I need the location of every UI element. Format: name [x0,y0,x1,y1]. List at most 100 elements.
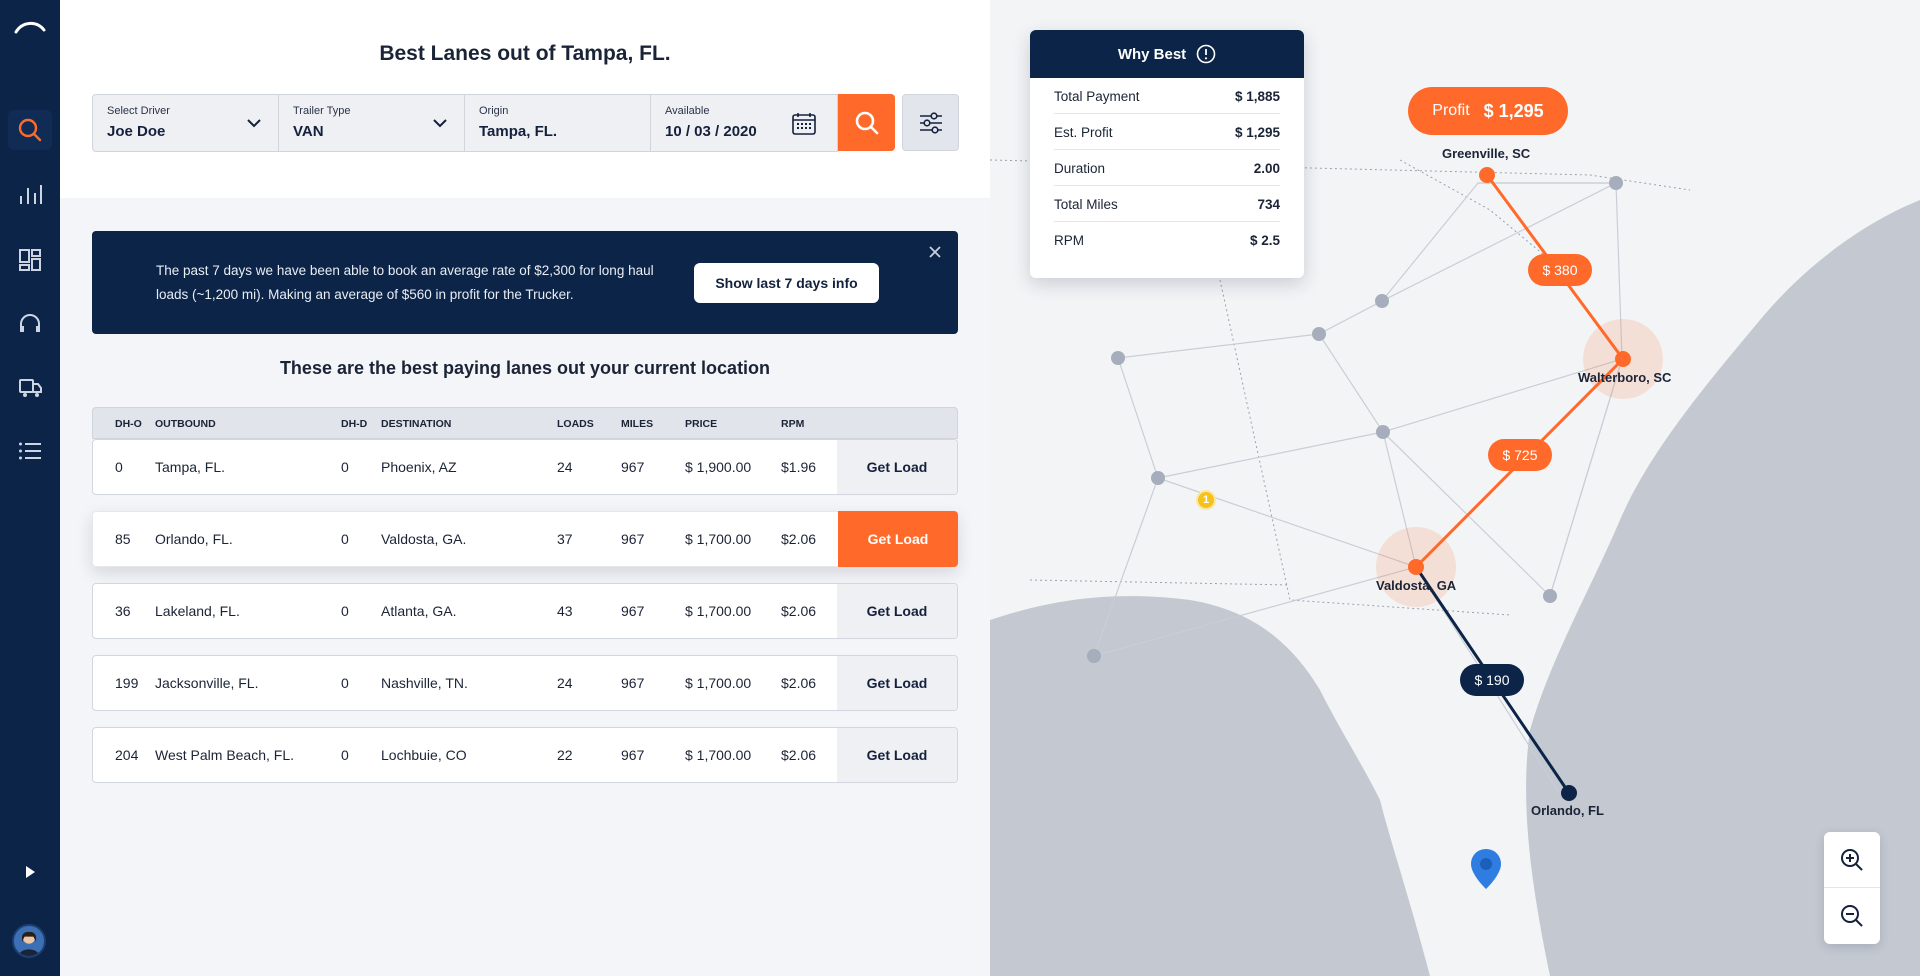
get-load-button[interactable]: Get Load [837,656,957,710]
table-row[interactable]: 204 West Palm Beach, FL. 0 Lochbuie, CO … [92,727,958,783]
zoom-in-button[interactable] [1824,832,1880,888]
cell-dhd: 0 [341,531,349,547]
why-best-row: RPM $ 2.5 [1054,222,1280,258]
why-best-row: Est. Profit $ 1,295 [1054,114,1280,150]
cell-miles: 967 [621,459,645,475]
cell-rpm: $2.06 [781,675,817,691]
cell-loads: 22 [557,747,573,763]
why-best-row: Total Payment $ 1,885 [1054,78,1280,114]
column-header-dho: DH-O [115,418,142,430]
get-load-button[interactable]: Get Load [837,584,957,638]
cell-rpm: $2.06 [781,531,817,547]
trailer-type-select[interactable]: Trailer Type VAN [279,94,465,152]
sidebar-item-search[interactable] [8,110,52,150]
calendar-icon[interactable] [791,111,817,137]
cell-destination: Nashville, TN. [381,675,468,691]
table-row[interactable]: 199 Jacksonville, FL. 0 Nashville, TN. 2… [92,655,958,711]
city-label: Walterboro, SC [1578,370,1672,385]
play-icon[interactable] [20,862,40,882]
sidebar-item-fleet[interactable] [8,367,52,407]
metric-label: Duration [1054,161,1106,176]
cell-destination: Valdosta, GA. [381,531,467,547]
cell-dhd: 0 [341,603,349,619]
cell-destination: Lochbuie, CO [381,747,467,763]
zoom-out-button[interactable] [1824,888,1880,944]
sidebar-item-list[interactable] [8,431,52,471]
sidebar-item-dashboard[interactable] [8,240,52,280]
driver-select[interactable]: Select Driver Joe Doe [92,94,279,152]
get-load-button[interactable]: Get Load [838,511,958,567]
search-icon [855,111,878,134]
title-city: Tampa, FL. [561,42,671,65]
profit-value: $ 1,295 [1483,100,1544,121]
zoom-controls [1824,832,1880,944]
dashboard-icon [19,249,41,271]
cell-dhd: 0 [341,675,349,691]
show-last-7-days-button[interactable]: Show last 7 days info [694,263,879,303]
table-row[interactable]: 36 Lakeland, FL. 0 Atlanta, GA. 43 967 $… [92,583,958,639]
sidebar-item-analytics[interactable] [8,175,52,215]
available-date-field[interactable]: Available 10 / 03 / 2020 [651,94,838,152]
search-card: Best Lanes out of Tampa, FL. Select Driv… [60,0,990,198]
why-best-card: Why Best Total Payment $ 1,885 Est. Profi… [1030,30,1304,278]
zoom-in-icon [1841,848,1863,871]
origin-label: Origin [479,105,509,117]
cell-dho: 85 [115,531,131,547]
get-load-button[interactable]: Get Load [837,440,957,494]
route-map[interactable]: 1 Profit $ 1,295 $ 380 $ 725 $ 190 Green… [990,0,1920,976]
chevron-down-icon [247,119,261,128]
search-button[interactable] [838,94,895,151]
cell-loads: 43 [557,603,573,619]
filter-button[interactable] [902,94,959,151]
profit-badge: Profit $ 1,295 [1408,87,1568,135]
chevron-down-icon [433,119,447,128]
location-pin-icon[interactable] [1470,848,1502,890]
info-banner: The past 7 days we have been able to boo… [92,231,958,334]
cell-outbound: Jacksonville, FL. [155,675,259,691]
cell-rpm: $2.06 [781,747,817,763]
metric-value: $ 1,885 [1234,89,1280,104]
table-row-selected[interactable]: 85 Orlando, FL. 0 Valdosta, GA. 37 967 $… [92,511,958,567]
metric-label: Total Miles [1054,197,1118,212]
lanes-panel: Best Lanes out of Tampa, FL. Select Driv… [60,0,990,976]
cell-miles: 967 [621,747,645,763]
chart-icon [20,185,42,204]
origin-field[interactable]: Origin Tampa, FL. [465,94,651,152]
logo-icon[interactable] [12,18,48,40]
cell-outbound: Tampa, FL. [155,459,226,475]
get-load-button[interactable]: Get Load [837,728,957,782]
info-icon[interactable] [1196,44,1216,64]
driver-select-value: Joe Doe [107,123,166,140]
sidebar-item-support[interactable] [8,304,52,344]
trailer-type-value: VAN [293,123,324,140]
column-header-dhd: DH-D [341,418,368,430]
why-best-header: Why Best [1030,30,1304,78]
origin-value: Tampa, FL. [479,123,558,140]
why-best-row: Duration 2.00 [1054,150,1280,186]
cell-dho: 36 [115,603,131,619]
headset-icon [20,314,40,332]
search-icon [18,118,42,142]
avatar[interactable] [12,924,46,958]
table-row[interactable]: 0 Tampa, FL. 0 Phoenix, AZ 24 967 $ 1,90… [92,439,958,495]
metric-value: 2.00 [1253,161,1280,176]
segment-price-badge: $ 380 [1528,254,1592,286]
column-header-loads: LOADS [557,418,594,430]
cell-destination: Phoenix, AZ [381,459,457,475]
column-header-miles: MILES [621,418,654,430]
metric-value: $ 2.5 [1249,233,1280,248]
city-label: Orlando, FL [1531,803,1604,818]
column-header-price: PRICE [685,418,718,430]
cell-outbound: West Palm Beach, FL. [155,747,295,763]
cell-price: $ 1,900.00 [685,459,752,475]
cell-dho: 204 [115,747,139,763]
cell-miles: 967 [621,531,645,547]
cell-price: $ 1,700.00 [685,747,752,763]
cluster-marker[interactable]: 1 [1196,490,1216,510]
metric-label: Total Payment [1054,89,1140,104]
cell-loads: 37 [557,531,573,547]
filter-icon [919,111,942,134]
cell-miles: 967 [621,603,645,619]
close-icon[interactable] [926,243,944,261]
sidebar [0,0,60,976]
